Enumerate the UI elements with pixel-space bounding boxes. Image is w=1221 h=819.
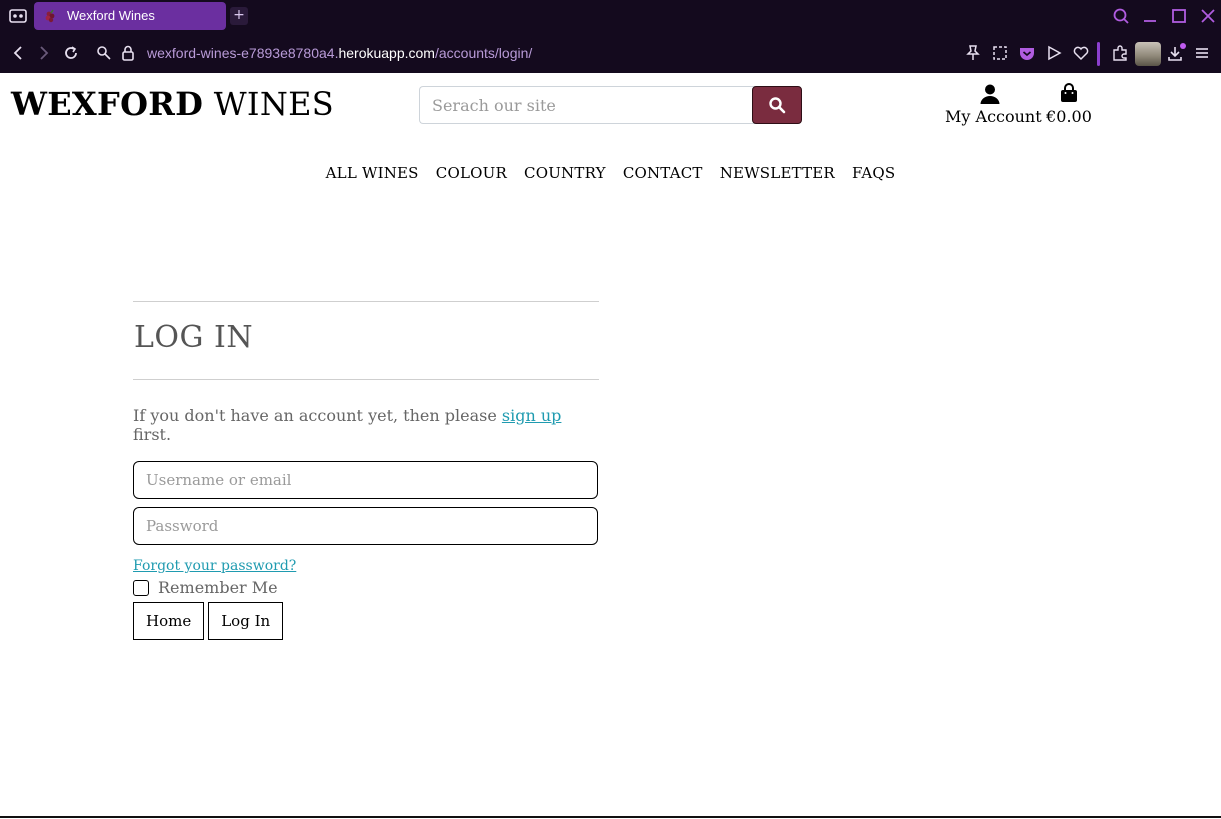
- shopping-bag-icon: [1061, 83, 1077, 102]
- site-search: [419, 86, 802, 124]
- tab-manager-icon[interactable]: [8, 7, 28, 25]
- nav-country[interactable]: COUNTRY: [524, 164, 606, 182]
- close-icon[interactable]: [1198, 6, 1218, 26]
- heart-icon[interactable]: [1072, 44, 1090, 62]
- maximize-icon[interactable]: [1169, 6, 1189, 26]
- login-button[interactable]: Log In: [208, 602, 284, 640]
- signup-link[interactable]: sign up: [502, 406, 562, 425]
- pin-icon[interactable]: [964, 44, 982, 62]
- reload-icon[interactable]: [62, 44, 80, 62]
- search-input[interactable]: [419, 86, 759, 124]
- user-icon: [980, 84, 1000, 104]
- main-navigation: ALL WINES COLOUR COUNTRY CONTACT NEWSLET…: [0, 163, 1221, 182]
- login-section: LOG IN If you don't have an account yet,…: [133, 301, 599, 640]
- logo-light-text: WINES: [213, 85, 334, 123]
- grapes-icon: [45, 9, 55, 23]
- search-button[interactable]: [752, 86, 802, 124]
- page-title: LOG IN: [134, 320, 254, 355]
- url-host: herokuapp.com: [338, 45, 435, 61]
- nav-all-wines[interactable]: ALL WINES: [326, 164, 419, 182]
- divider-bottom: [133, 379, 599, 380]
- url-path: /accounts/login/: [434, 45, 533, 61]
- lock-icon[interactable]: [119, 44, 137, 62]
- signup-prompt-end: first.: [133, 425, 172, 444]
- toolbar-separator: [1097, 42, 1100, 66]
- my-account-link[interactable]: My Account: [945, 81, 1042, 129]
- tab-title: Wexford Wines: [67, 8, 155, 23]
- bag-total: €0.00: [1046, 107, 1092, 126]
- search-icon: [769, 97, 786, 114]
- forward-icon[interactable]: [35, 44, 53, 62]
- nav-newsletter[interactable]: NEWSLETTER: [720, 164, 835, 182]
- remember-me-checkbox[interactable]: [133, 579, 149, 596]
- download-badge: [1180, 43, 1186, 49]
- nav-faqs[interactable]: FAQS: [852, 164, 895, 182]
- username-field[interactable]: [133, 461, 598, 499]
- extensions-icon[interactable]: [1111, 44, 1129, 62]
- web-page: WEXFORD WINES My Account €0.00 ALL WINES…: [0, 73, 1221, 819]
- signup-prompt: If you don't have an account yet, then p…: [133, 406, 599, 444]
- browser-address-bar: wexford-wines-e7893e8780a4.herokuapp.com…: [0, 34, 1221, 102]
- site-logo[interactable]: WEXFORD WINES: [11, 85, 334, 123]
- back-icon[interactable]: [9, 44, 27, 62]
- url-prefix: wexford-wines-e7893e8780a4.: [147, 45, 339, 61]
- window-bottom-border: [0, 816, 1221, 818]
- browser-tab-active[interactable]: Wexford Wines: [34, 2, 226, 30]
- browser-tab-bar: Wexford Wines +: [0, 0, 1221, 34]
- divider-top: [133, 301, 599, 302]
- home-button[interactable]: Home: [133, 602, 205, 640]
- screenshot-icon[interactable]: [991, 44, 1009, 62]
- remember-me-label: Remember Me: [158, 578, 278, 597]
- new-tab-button[interactable]: +: [230, 7, 248, 25]
- logo-bold-text: WEXFORD: [11, 85, 204, 123]
- site-info-icon[interactable]: [95, 44, 113, 62]
- send-icon[interactable]: [1045, 44, 1063, 62]
- search-tabs-icon[interactable]: [1111, 6, 1131, 26]
- remember-me: Remember Me: [133, 578, 599, 597]
- shopping-bag-link[interactable]: €0.00: [1045, 81, 1093, 129]
- password-field[interactable]: [133, 507, 598, 545]
- minimize-icon[interactable]: [1140, 6, 1160, 26]
- forgot-password-link[interactable]: Forgot your password?: [133, 558, 296, 574]
- form-actions: Home Log In: [133, 602, 599, 640]
- signup-prompt-text: If you don't have an account yet, then p…: [133, 406, 502, 425]
- nav-colour[interactable]: COLOUR: [436, 164, 507, 182]
- my-account-label: My Account: [945, 107, 1042, 126]
- menu-icon[interactable]: [1193, 44, 1211, 62]
- pocket-icon[interactable]: [1018, 44, 1036, 62]
- nav-contact[interactable]: CONTACT: [623, 164, 703, 182]
- address-url[interactable]: wexford-wines-e7893e8780a4.herokuapp.com…: [147, 45, 532, 61]
- profile-avatar[interactable]: [1135, 42, 1161, 66]
